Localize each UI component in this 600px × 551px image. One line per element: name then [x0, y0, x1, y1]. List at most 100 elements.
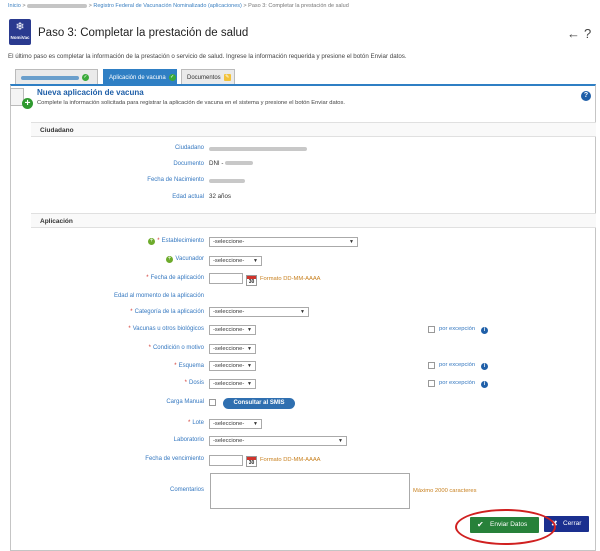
- breadcrumb-home[interactable]: Inicio: [8, 3, 21, 9]
- nacimiento-value: [209, 179, 245, 183]
- required-mark: *: [157, 238, 160, 244]
- carga-manual-checkbox[interactable]: [209, 399, 216, 406]
- dosis-excepcion-checkbox[interactable]: [428, 380, 435, 387]
- select-value: -seleccione-: [213, 363, 245, 369]
- required-mark: *: [130, 309, 133, 315]
- logo-text: NomiVac: [10, 35, 30, 40]
- edad-value: 32 años: [209, 193, 232, 200]
- tab-ciudadano[interactable]: ✓: [15, 69, 98, 84]
- tab-aplicacion-vacuna[interactable]: Aplicación de vacuna ✓: [103, 69, 177, 84]
- button-label: Cerrar: [563, 520, 582, 527]
- tab-blurred-label: [21, 75, 79, 80]
- esquema-text: Esquema: [178, 363, 204, 369]
- vacunas-excepcion-checkbox[interactable]: [428, 326, 435, 333]
- section-ciudadano: Ciudadano: [31, 122, 596, 137]
- fecha-aplicacion-format: Formato DD-MM-AAAA: [260, 276, 321, 282]
- select-value: -seleccione-: [213, 381, 245, 387]
- required-mark: *: [184, 380, 187, 386]
- breadcrumb-separator: >: [243, 3, 247, 9]
- help-icon[interactable]: ?: [584, 26, 591, 41]
- esquema-label: * Esquema: [174, 363, 204, 369]
- laboratorio-select[interactable]: -seleccione- ▼: [209, 436, 347, 446]
- required-mark: *: [148, 345, 151, 351]
- required-mark: *: [174, 363, 177, 369]
- establecimiento-text: Establecimiento: [161, 238, 204, 244]
- breadcrumb-separator: >: [22, 3, 26, 9]
- dosis-select[interactable]: -seleccione- ▼: [209, 379, 256, 389]
- vacunas-label: * Vacunas u otros biológicos: [128, 326, 204, 332]
- add-establecimiento-icon[interactable]: +: [148, 238, 155, 245]
- fecha-aplicacion-label: * Fecha de aplicación: [146, 275, 204, 281]
- lote-text: Lote: [192, 420, 204, 426]
- fecha-aplicacion-text: Fecha de aplicación: [150, 275, 204, 281]
- tab-label: Aplicación de vacuna: [109, 75, 166, 82]
- add-icon: +: [22, 98, 33, 109]
- nacimiento-label: Fecha de Nacimiento: [147, 177, 204, 183]
- esquema-info-icon[interactable]: i: [481, 363, 488, 370]
- chevron-down-icon: ▼: [247, 346, 252, 352]
- comentarios-label: Comentarios: [169, 487, 204, 493]
- vacunador-label: Vacunador: [175, 256, 204, 262]
- calendar-icon[interactable]: 30: [246, 456, 257, 467]
- chevron-down-icon: ▼: [247, 327, 252, 333]
- calendar-icon[interactable]: 30: [246, 275, 257, 286]
- categoria-select[interactable]: -seleccione- ▼: [209, 307, 309, 317]
- vacunas-excepcion-label: por excepción: [439, 326, 476, 332]
- select-value: -seleccione-: [213, 258, 245, 264]
- dosis-text: Dosis: [188, 380, 204, 386]
- required-mark: *: [146, 275, 149, 281]
- dosis-excepcion-label: por excepción: [439, 380, 476, 386]
- chevron-down-icon: ▼: [338, 438, 343, 444]
- select-value: -seleccione-: [213, 239, 245, 245]
- lote-label: * Lote: [188, 420, 204, 426]
- consultar-smis-button[interactable]: Consultar al SMIS: [223, 398, 295, 409]
- fecha-aplicacion-input[interactable]: [209, 273, 243, 284]
- edad-label: Edad actual: [172, 194, 204, 200]
- laboratorio-label: Laboratorio: [173, 437, 204, 443]
- nomivac-logo: ❄ NomiVac: [9, 19, 31, 45]
- edad-momento-label: Edad al momento de la aplicación: [113, 293, 204, 299]
- tab-documentos[interactable]: Documentos ✎: [181, 69, 235, 84]
- ciudadano-label: Ciudadano: [174, 145, 204, 151]
- select-value: -seleccione-: [213, 438, 245, 444]
- snowflake-icon: ❄: [15, 21, 25, 33]
- back-arrow-icon[interactable]: ←: [567, 26, 580, 41]
- condicion-select[interactable]: -seleccione- ▼: [209, 344, 256, 354]
- esquema-select[interactable]: -seleccione- ▼: [209, 361, 256, 371]
- establecimiento-select[interactable]: -seleccione- ▼: [209, 237, 358, 247]
- required-mark: *: [128, 326, 131, 332]
- check-icon: ✓: [168, 74, 176, 81]
- lote-select[interactable]: -seleccione- ▼: [209, 419, 262, 429]
- panel-description: Complete la información solicitada para …: [37, 100, 346, 106]
- comentarios-textarea[interactable]: [210, 473, 410, 509]
- vacunas-info-icon[interactable]: i: [481, 327, 488, 334]
- dosis-label: * Dosis: [185, 380, 204, 386]
- select-value: -seleccione-: [213, 421, 245, 427]
- add-vacunador-icon[interactable]: +: [166, 256, 173, 263]
- page-intro: El último paso es completar la informaci…: [8, 53, 407, 60]
- documento-value: DNI -: [209, 160, 254, 167]
- section-aplicacion: Aplicación: [31, 213, 596, 228]
- esquema-excepcion-checkbox[interactable]: [428, 362, 435, 369]
- establecimiento-label: * Establecimiento: [157, 238, 204, 244]
- check-icon: ✓: [82, 74, 89, 81]
- esquema-excepcion-label: por excepción: [439, 362, 476, 368]
- breadcrumb-section[interactable]: Registro Federal de Vacunación Nominaliz…: [93, 3, 241, 9]
- carga-manual-label: Carga Manual: [166, 399, 204, 405]
- vacunas-text: Vacunas u otros biológicos: [132, 326, 204, 332]
- panel-help-icon[interactable]: ?: [581, 91, 591, 101]
- chevron-down-icon: ▼: [247, 363, 252, 369]
- breadcrumb: Inicio > > Registro Federal de Vacunació…: [8, 3, 349, 9]
- vacunador-select[interactable]: -seleccione- ▼: [209, 256, 262, 266]
- chevron-down-icon: ▼: [349, 239, 354, 245]
- vacunas-select[interactable]: -seleccione- ▼: [209, 325, 256, 335]
- required-mark: *: [187, 420, 191, 426]
- breadcrumb-current: Paso 3: Completar la prestación de salud: [248, 3, 349, 9]
- ciudadano-value: [209, 147, 307, 151]
- breadcrumb-blurred-item[interactable]: [27, 3, 88, 8]
- dosis-info-icon[interactable]: i: [481, 381, 488, 388]
- documento-number: [225, 161, 254, 166]
- chevron-down-icon: ▼: [247, 381, 252, 387]
- select-value: -seleccione-: [213, 327, 245, 333]
- fecha-vencimiento-input[interactable]: [209, 455, 243, 466]
